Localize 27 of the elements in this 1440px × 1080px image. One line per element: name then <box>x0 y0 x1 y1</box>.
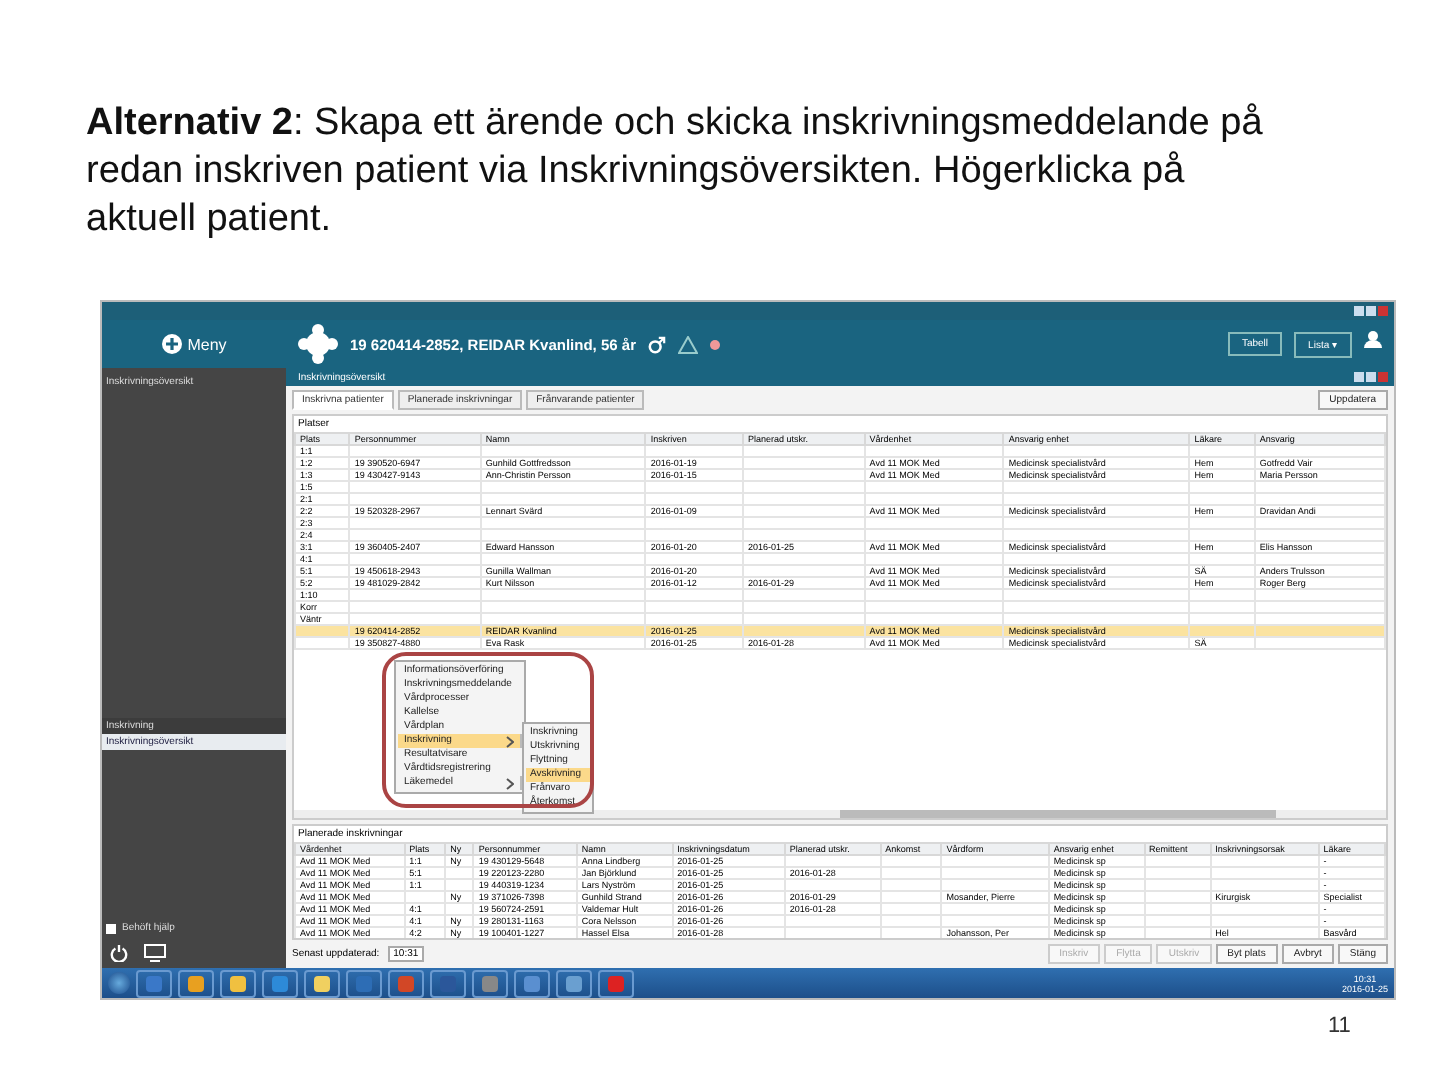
taskbar-icon[interactable] <box>430 969 466 997</box>
slide-text: Alternativ 2: Skapa ett ärende och skicka inskrivningsmeddelande på redan inskriven patient via Inskrivningsöversikten. Högerklicka på aktuell patient. <box>86 100 1265 244</box>
page-number: 11 <box>1328 1014 1351 1038</box>
taskbar-icon[interactable] <box>556 969 592 997</box>
start-icon[interactable] <box>108 972 130 994</box>
warning-icon <box>678 335 698 353</box>
window-controls-icon[interactable] <box>1354 306 1388 316</box>
taskbar-icon[interactable] <box>514 969 550 997</box>
chevron-icon <box>506 735 514 747</box>
taskbar-icon[interactable] <box>304 969 340 997</box>
menu-button[interactable]: Meny <box>157 330 231 358</box>
taskbar-icon[interactable] <box>262 969 298 997</box>
scrollbar[interactable] <box>294 810 1386 818</box>
window-controls-icon[interactable] <box>1354 372 1388 382</box>
plus-icon <box>161 334 182 354</box>
snowflake-icon <box>298 324 338 364</box>
taskbar-icon[interactable] <box>598 969 634 997</box>
taskbar-icon[interactable] <box>220 969 256 997</box>
taskbar-icon[interactable] <box>346 969 382 997</box>
monitor-icon[interactable] <box>144 944 166 962</box>
taskbar-icon[interactable] <box>472 969 508 997</box>
taskbar-icon[interactable] <box>388 969 424 997</box>
power-icon[interactable] <box>110 944 128 962</box>
taskbar-icon[interactable] <box>178 969 214 997</box>
male-icon <box>648 335 666 353</box>
chevron-icon <box>506 777 514 789</box>
dot-icon <box>710 339 720 349</box>
